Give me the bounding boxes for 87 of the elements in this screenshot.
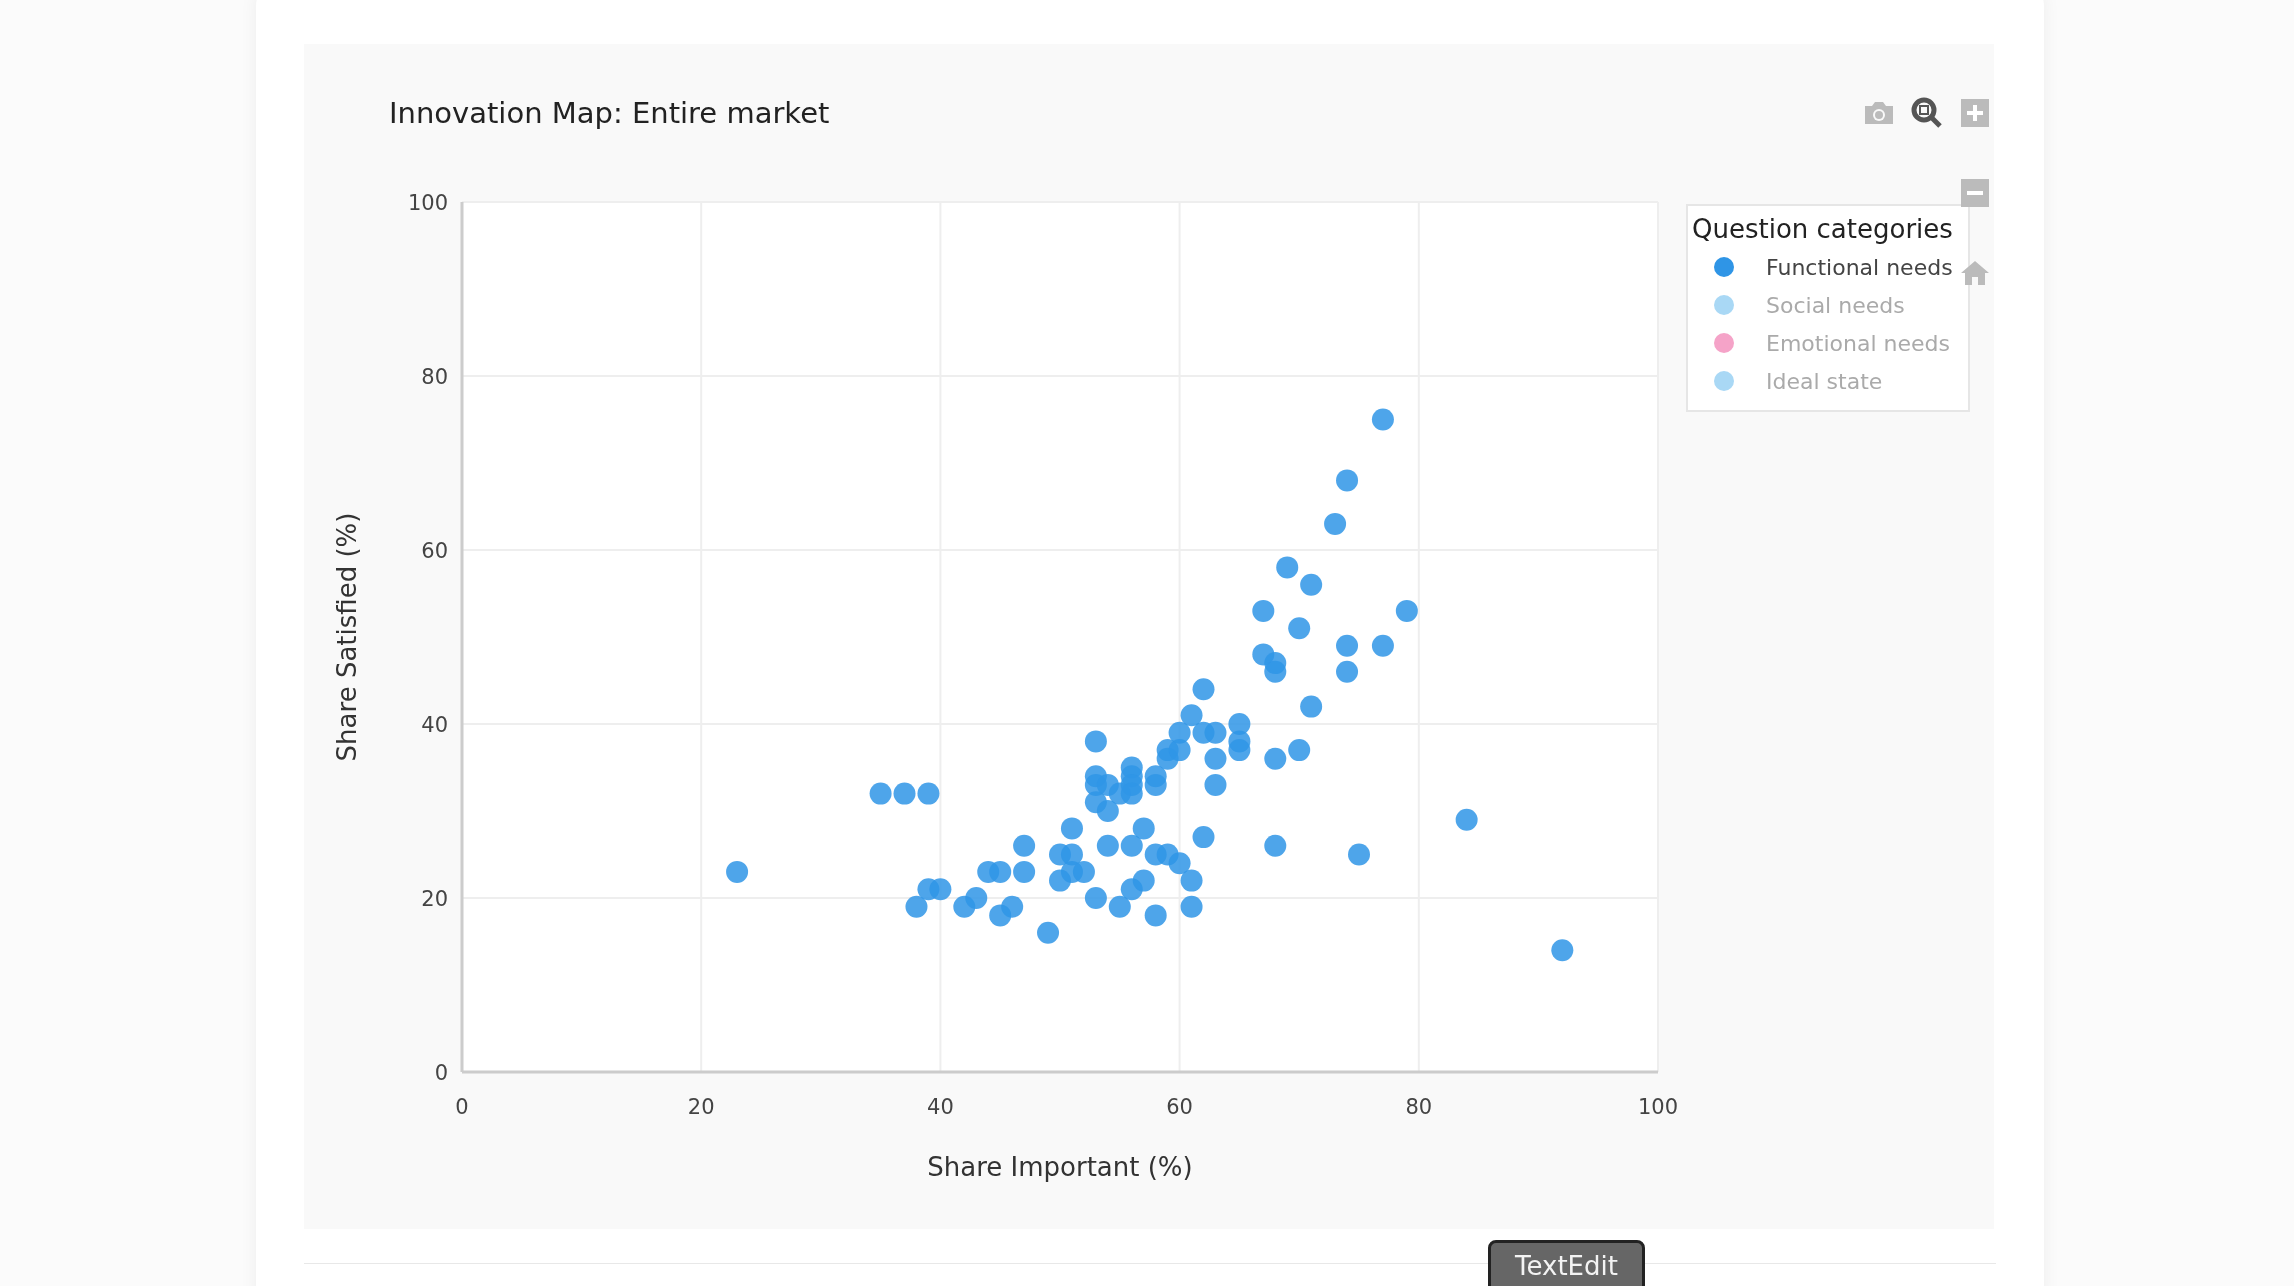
- data-point: [1192, 678, 1215, 701]
- data-point: [1060, 817, 1083, 840]
- data-point: [1551, 939, 1574, 962]
- legend-label: Social needs: [1766, 292, 1905, 318]
- data-point: [1084, 887, 1107, 909]
- data-point: [1324, 512, 1347, 535]
- chart-title: Innovation Map: Entire market: [389, 96, 830, 130]
- zoom-icon: [1911, 97, 1943, 129]
- plus-button[interactable]: [1958, 96, 1992, 130]
- data-point: [1252, 599, 1275, 622]
- plus-icon: [1961, 99, 1989, 127]
- data-point: [1037, 921, 1060, 944]
- home-icon: [1960, 260, 1990, 286]
- data-point: [1144, 773, 1167, 796]
- data-point: [1276, 556, 1299, 579]
- data-point: [1336, 634, 1359, 657]
- data-point: [1072, 860, 1095, 883]
- data-point: [1264, 834, 1287, 857]
- y-tick-label: 60: [421, 539, 448, 563]
- minus-button[interactable]: [1958, 176, 1992, 210]
- data-point: [1455, 808, 1478, 831]
- data-point: [1288, 617, 1311, 640]
- data-point: [1371, 408, 1394, 431]
- data-point: [1084, 730, 1107, 753]
- data-point: [1264, 660, 1287, 683]
- x-tick-label: 20: [687, 1095, 715, 1119]
- x-tick-label: 80: [1405, 1095, 1433, 1119]
- zoom-button[interactable]: [1910, 96, 1944, 130]
- legend-item[interactable]: Social needs: [1692, 286, 1905, 324]
- y-tick-label: 40: [421, 713, 448, 737]
- data-point: [965, 887, 988, 909]
- tooltip: TextEdit: [1488, 1240, 1645, 1286]
- data-point: [1336, 469, 1359, 492]
- x-tick-label: 60: [1166, 1095, 1193, 1119]
- data-point: [1192, 826, 1215, 849]
- data-point: [869, 782, 892, 805]
- data-point: [1204, 773, 1227, 796]
- y-tick-label: 100: [407, 191, 448, 215]
- y-tick-label: 0: [434, 1061, 448, 1085]
- data-point: [1096, 800, 1119, 822]
- data-point: [1096, 834, 1119, 857]
- legend-item[interactable]: Functional needs: [1692, 248, 1953, 286]
- data-point: [1180, 869, 1203, 892]
- data-point: [726, 860, 749, 883]
- data-point: [1120, 782, 1143, 805]
- data-point: [1132, 869, 1155, 892]
- y-tick-label: 20: [421, 887, 448, 911]
- legend-label: Emotional needs: [1766, 330, 1950, 356]
- data-point: [929, 878, 952, 901]
- data-point: [989, 860, 1012, 883]
- data-point: [1395, 599, 1418, 622]
- legend-item[interactable]: Ideal state: [1692, 362, 1883, 400]
- x-tick-label: 100: [1637, 1095, 1679, 1119]
- data-point: [1204, 721, 1227, 744]
- legend-label: Ideal state: [1766, 368, 1883, 394]
- data-point: [1228, 739, 1251, 762]
- data-point: [893, 782, 916, 805]
- data-point: [1168, 739, 1191, 762]
- data-point: [1168, 852, 1191, 875]
- data-point: [1300, 695, 1323, 718]
- data-point: [1120, 834, 1143, 857]
- data-point: [1013, 834, 1036, 857]
- legend-item[interactable]: Emotional needs: [1692, 324, 1950, 362]
- legend-label: Functional needs: [1766, 254, 1953, 280]
- x-tick-label: 40: [927, 1095, 954, 1119]
- data-point: [1336, 660, 1359, 683]
- data-point: [1144, 904, 1167, 927]
- data-point: [1288, 739, 1311, 762]
- data-point: [917, 782, 940, 805]
- x-tick-label: 0: [455, 1095, 469, 1119]
- data-point: [1180, 704, 1203, 727]
- data-point: [1013, 860, 1036, 883]
- data-point: [1300, 573, 1323, 596]
- data-point: [1348, 843, 1370, 866]
- y-axis-title: Share Satisfied (%): [332, 512, 362, 762]
- data-point: [1264, 747, 1287, 770]
- data-point: [1108, 895, 1131, 918]
- data-point: [1001, 895, 1024, 918]
- data-point: [1132, 817, 1155, 840]
- camera-icon: [1863, 100, 1895, 126]
- data-point: [1204, 747, 1227, 770]
- x-axis-title: Share Important (%): [927, 1152, 1193, 1182]
- data-point: [1371, 634, 1394, 657]
- y-tick-label: 80: [421, 365, 448, 389]
- data-point: [1180, 895, 1203, 918]
- data-point: [905, 895, 928, 918]
- legend-title: Question categories: [1692, 214, 1954, 244]
